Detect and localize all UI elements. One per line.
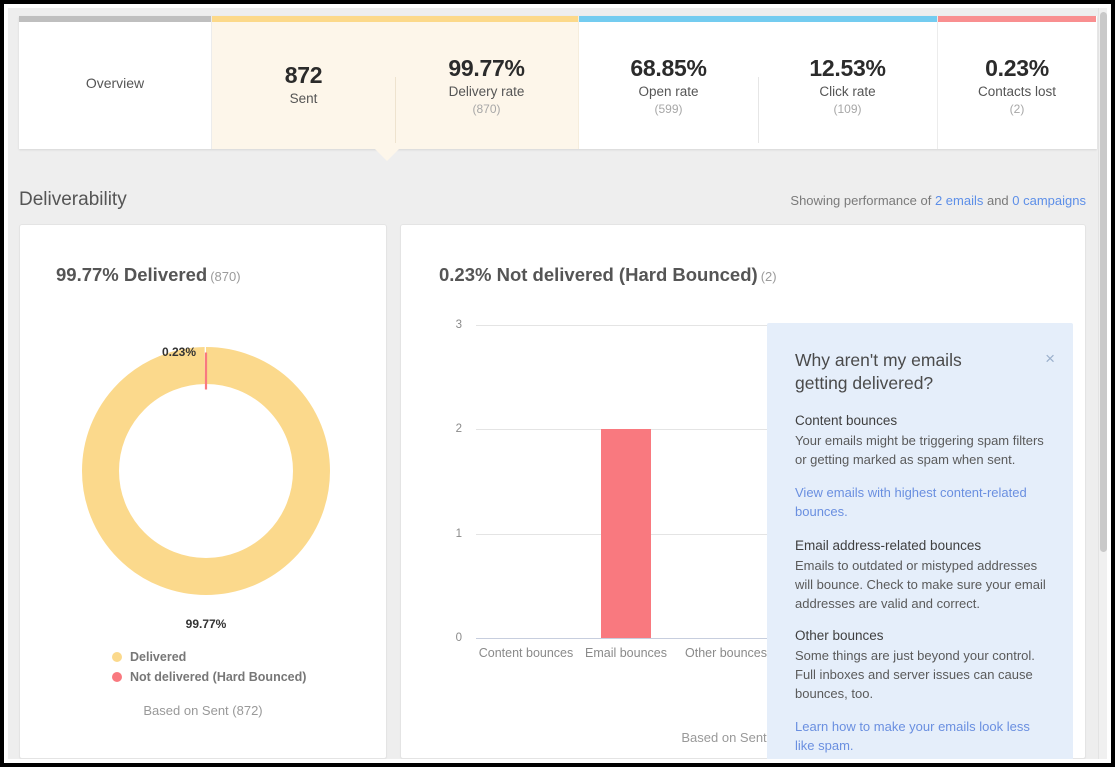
metric-card-contacts-lost[interactable]: 0.23% Contacts lost (2) [938, 16, 1096, 149]
sent-group-color-bar [212, 16, 578, 22]
metric-click-rate-value: 12.53% [809, 54, 886, 81]
callout-section-1-heading: Content bounces [795, 413, 898, 429]
donut-label-delivered: 99.77% [185, 617, 227, 631]
not-delivered-panel-title-text: 0.23% Not delivered (Hard Bounced) [439, 264, 758, 285]
gridline-3 [476, 325, 776, 326]
xlabel-content-bounces: Content bounces [478, 646, 574, 660]
not-delivered-panel-title-count: (2) [760, 269, 777, 284]
xlabel-other-bounces: Other bounces [685, 646, 767, 660]
scope-note-middle: and [983, 192, 1013, 208]
callout-section-1-body: Your emails might be triggering spam fil… [795, 433, 1044, 468]
browser-page-frame: Overview 872 Sent 99.77% Delivery rate (… [4, 4, 1111, 763]
delivered-panel: 99.77% Delivered (870) 0.23% 99.77% Deliv… [19, 224, 387, 759]
bar-chart-x-labels: Content bounces Email bounces Other boun… [476, 645, 776, 662]
bar-chart-plot: 3 2 1 0 [456, 319, 776, 644]
delivered-panel-title: 99.77% Delivered (870) [56, 264, 241, 286]
metric-card-group-sent[interactable]: 872 Sent 99.77% Delivery rate (870) [212, 16, 579, 149]
callout-section-2-heading: Email address-related bounces [795, 538, 982, 554]
legend-dot-delivered-icon [112, 652, 122, 662]
deliverability-help-callout: × Why aren't my emails getting delivered… [767, 323, 1073, 759]
metric-click-rate[interactable]: 12.53% Click rate (109) [758, 49, 937, 144]
emails-count-link[interactable]: 2 emails [935, 193, 983, 208]
delivered-panel-title-count: (870) [210, 269, 241, 284]
not-delivered-panel-title: 0.23% Not delivered (Hard Bounced) (2) [439, 264, 777, 286]
scope-note-prefix: Showing performance of [790, 192, 935, 208]
engagement-group-color-bar [579, 16, 937, 22]
overview-color-bar [19, 16, 211, 22]
page-title: Deliverability [19, 189, 127, 210]
donut-legend: Delivered Not delivered (Hard Bounced) [112, 650, 306, 690]
metric-delivery-rate-label: Delivery rate [448, 84, 525, 100]
legend-label-delivered: Delivered [130, 650, 187, 664]
campaigns-count-link[interactable]: 0 campaigns [1012, 193, 1086, 208]
callout-section-3-body: Some things are just beyond your control… [795, 647, 1035, 701]
ytick-0: 0 [455, 632, 462, 644]
callout-section-2-body: Emails to outdated or mistyped addresses… [795, 558, 1046, 611]
performance-scope-note: Showing performance of 2 emails and 0 ca… [790, 193, 1086, 208]
ytick-3: 3 [455, 319, 462, 331]
close-icon[interactable]: × [1045, 350, 1055, 367]
legend-dot-not-delivered-icon [112, 672, 122, 682]
metric-open-rate[interactable]: 68.85% Open rate (599) [579, 49, 758, 116]
overview-label: Overview [85, 74, 145, 91]
legend-label-not-delivered: Not delivered (Hard Bounced) [130, 670, 307, 684]
delivered-donut-chart: 0.23% 99.77% [56, 345, 352, 631]
metric-card-group-engagement[interactable]: 68.85% Open rate (599) 12.53% Click rate… [579, 16, 938, 149]
metric-delivery-rate[interactable]: 99.77% Delivery rate (870) [395, 49, 578, 144]
callout-content-bounces-link[interactable]: View emails with highest content-related… [795, 484, 1047, 522]
metric-sent-value: 872 [284, 61, 323, 88]
delivered-panel-title-text: 99.77% Delivered [56, 264, 208, 285]
bar-email-bounces[interactable] [601, 429, 651, 638]
metric-click-rate-label: Click rate [819, 84, 876, 100]
vertical-scrollbar-thumb[interactable] [1100, 12, 1107, 552]
gridline-0-axis [476, 638, 776, 639]
callout-section-3-heading: Other bounces [795, 627, 884, 643]
metric-delivery-rate-count: (870) [472, 102, 501, 117]
metric-contacts-lost-count: (2) [1009, 102, 1025, 117]
ytick-1: 1 [455, 528, 462, 540]
metric-contacts-lost[interactable]: 0.23% Contacts lost (2) [938, 49, 1096, 116]
metric-delivery-rate-value: 99.77% [448, 54, 525, 81]
selected-tab-pointer-arrow [375, 149, 399, 161]
deliverability-section-header: Deliverability Showing performance of 2 … [19, 183, 1086, 217]
xlabel-email-bounces: Email bounces [585, 646, 667, 660]
legend-item-not-delivered[interactable]: Not delivered (Hard Bounced) [112, 670, 306, 684]
vertical-scrollbar[interactable] [1098, 8, 1107, 759]
metric-contacts-lost-label: Contacts lost [977, 84, 1057, 100]
ytick-2: 2 [455, 423, 462, 435]
metric-sent[interactable]: 872 Sent [212, 56, 395, 109]
legend-item-delivered[interactable]: Delivered [112, 650, 306, 664]
donut-slice-delivered [82, 347, 330, 595]
not-delivered-panel: 0.23% Not delivered (Hard Bounced) (2) 3 … [400, 224, 1086, 759]
page-viewport: Overview 872 Sent 99.77% Delivery rate (… [8, 8, 1107, 759]
metrics-summary-strip: Overview 872 Sent 99.77% Delivery rate (… [19, 16, 1097, 149]
metric-click-rate-count: (109) [833, 102, 862, 117]
contacts-lost-color-bar [938, 16, 1096, 22]
bounce-bar-chart: 3 2 1 0 Content bounces Email bounces Ot… [439, 317, 784, 697]
callout-heading: Why aren't my emails getting delivered? [795, 350, 962, 394]
delivered-panel-footnote: Based on Sent (872) [143, 703, 263, 718]
metric-open-rate-label: Open rate [638, 84, 699, 100]
metric-card-overview[interactable]: Overview [19, 16, 212, 149]
callout-spam-link[interactable]: Learn how to make your emails look less … [795, 718, 1047, 756]
metric-sent-label: Sent [289, 91, 318, 107]
metric-open-rate-count: (599) [654, 102, 683, 117]
metric-open-rate-value: 68.85% [630, 54, 707, 81]
metric-contacts-lost-value: 0.23% [985, 54, 1049, 81]
donut-svg [82, 347, 330, 595]
donut-label-not-delivered: 0.23% [162, 345, 197, 359]
